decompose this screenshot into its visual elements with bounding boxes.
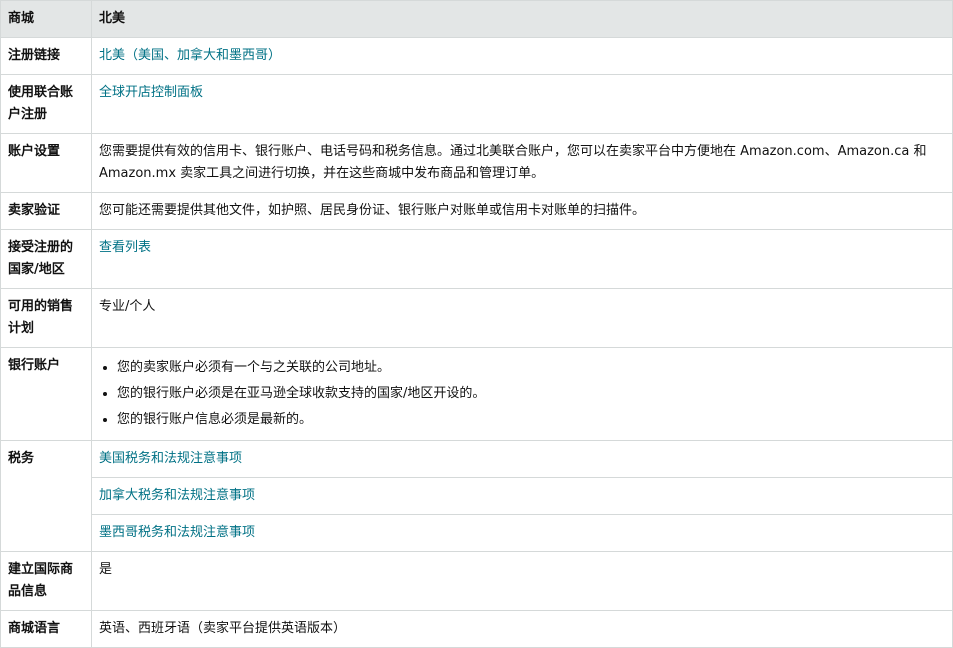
row-label: 税务 [0,440,92,552]
table-row: 税务 美国税务和法规注意事项 [0,440,953,552]
row-label: 商城语言 [0,610,92,648]
table-row: 接受注册的国家/地区 查看列表 [0,229,953,289]
bank-requirements-list: 您的卖家账户必须有一个与之关联的公司地址。 您的银行账户必须是在亚马逊全球收款支… [99,355,945,433]
table-row: 账户设置 您需要提供有效的信用卡、银行账户、电话号码和税务信息。通过北美联合账户… [0,133,953,193]
header-north-america: 北美 [91,0,953,38]
global-selling-dashboard-link[interactable]: 全球开店控制面板 [99,85,203,100]
table-row: 使用联合账户注册 全球开店控制面板 [0,74,953,134]
row-value: 是 [91,551,953,611]
register-link[interactable]: 北美（美国、加拿大和墨西哥） [99,48,281,63]
us-tax-link[interactable]: 美国税务和法规注意事项 [99,451,242,466]
row-label: 使用联合账户注册 [0,74,92,134]
table-row: 注册链接 北美（美国、加拿大和墨西哥） [0,37,953,75]
row-value: 您需要提供有效的信用卡、银行账户、电话号码和税务信息。通过北美联合账户，您可以在… [91,133,953,193]
row-label: 接受注册的国家/地区 [0,229,92,289]
canada-tax-link[interactable]: 加拿大税务和法规注意事项 [99,488,255,503]
row-value: 您的卖家账户必须有一个与之关联的公司地址。 您的银行账户必须是在亚马逊全球收款支… [91,347,953,441]
row-label: 卖家验证 [0,192,92,230]
table-row: 商城语言 英语、西班牙语（卖家平台提供英语版本） [0,610,953,648]
row-value: 全球开店控制面板 [91,74,953,134]
table-row: 可用的销售计划 专业/个人 [0,288,953,348]
row-label: 建立国际商品信息 [0,551,92,611]
table-row: 加拿大税务和法规注意事项 [1,477,953,515]
row-label: 账户设置 [0,133,92,193]
list-item: 您的卖家账户必须有一个与之关联的公司地址。 [117,355,945,381]
marketplace-info-table: 商城 北美 注册链接 北美（美国、加拿大和墨西哥） 使用联合账户注册 全球开店控… [0,0,953,648]
row-value: 英语、西班牙语（卖家平台提供英语版本） [91,610,953,648]
row-value: 查看列表 [91,229,953,289]
row-label: 可用的销售计划 [0,288,92,348]
row-value: 北美（美国、加拿大和墨西哥） [91,37,953,75]
row-value: 墨西哥税务和法规注意事项 [91,514,953,552]
list-item: 您的银行账户必须是在亚马逊全球收款支持的国家/地区开设的。 [117,381,945,407]
row-value: 专业/个人 [91,288,953,348]
table-row: 卖家验证 您可能还需要提供其他文件，如护照、居民身份证、银行账户对账单或信用卡对… [0,192,953,230]
list-item: 您的银行账户信息必须是最新的。 [117,407,945,433]
table-row: 建立国际商品信息 是 [0,551,953,611]
row-value: 您可能还需要提供其他文件，如护照、居民身份证、银行账户对账单或信用卡对账单的扫描… [91,192,953,230]
mexico-tax-link[interactable]: 墨西哥税务和法规注意事项 [99,525,255,540]
view-list-link[interactable]: 查看列表 [99,240,151,255]
row-value: 美国税务和法规注意事项 [91,440,953,478]
table-row: 墨西哥税务和法规注意事项 [1,514,953,552]
table-row: 银行账户 您的卖家账户必须有一个与之关联的公司地址。 您的银行账户必须是在亚马逊… [0,347,953,441]
row-label: 银行账户 [0,347,92,441]
row-label: 注册链接 [0,37,92,75]
row-value: 加拿大税务和法规注意事项 [91,477,953,515]
table-header-row: 商城 北美 [0,0,953,38]
header-marketplace: 商城 [0,0,92,38]
